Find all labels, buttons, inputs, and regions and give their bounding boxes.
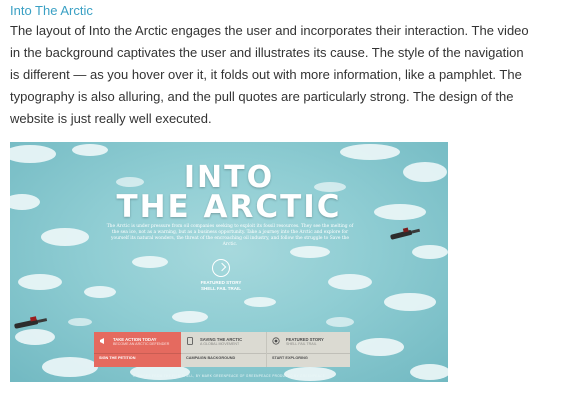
- snowmobile-right: [390, 227, 421, 240]
- nav-card-featured-story[interactable]: FEATURED STORY SHELL FAIL TRAIL START EX…: [267, 332, 350, 367]
- sign-petition-link[interactable]: SIGN THE PETITION: [99, 356, 136, 361]
- blog-post: Into The Arctic The layout of Into the A…: [0, 0, 568, 407]
- bottom-navigation: TAKE ACTION TODAY BECOME AN ARCTIC DEFEN…: [94, 332, 350, 367]
- website-screenshot: INTO THE ARCTIC The Arctic is under pres…: [10, 142, 448, 382]
- post-title-link[interactable]: Into The Arctic: [10, 2, 93, 20]
- nav-card-saving-arctic[interactable]: SAVING THE ARCTIC A GLOBAL MOVEMENT CAMP…: [181, 332, 267, 367]
- featured-story-line2: SHELL FAIL TRAIL: [200, 285, 242, 291]
- play-icon[interactable]: [212, 259, 230, 277]
- hero-title-line2: THE ARCTIC: [116, 189, 342, 225]
- nav-card-divider: [181, 353, 266, 354]
- nav-card-take-action[interactable]: TAKE ACTION TODAY BECOME AN ARCTIC DEFEN…: [94, 332, 181, 367]
- nav-card-divider: [267, 353, 350, 354]
- snowmobile-left: [14, 316, 48, 329]
- megaphone-icon: [100, 338, 104, 344]
- hero-intro-text: The Arctic is under pressure from oil co…: [106, 224, 354, 247]
- featured-story-label[interactable]: FEATURED STORY SHELL FAIL TRAIL: [186, 280, 256, 291]
- tablet-icon: [187, 337, 193, 345]
- nav-card-subtitle: BECOME AN ARCTIC DEFENDER: [113, 342, 170, 346]
- badge-icon: [272, 337, 280, 345]
- nav-card-divider: [94, 353, 181, 354]
- screenshot-footer-credit: © IMAGES FROM THE FILM SHELL, BY MARK GR…: [132, 374, 326, 378]
- nav-card-subtitle: SHELL FAIL TRAIL: [286, 342, 317, 346]
- campaign-background-link[interactable]: CAMPAIGN BACKGROUND: [186, 356, 235, 361]
- post-body-text: The layout of Into the Arctic engages th…: [10, 23, 529, 126]
- start-exploring-link[interactable]: START EXPLORING: [272, 356, 308, 361]
- nav-card-subtitle: A GLOBAL MOVEMENT: [200, 342, 240, 346]
